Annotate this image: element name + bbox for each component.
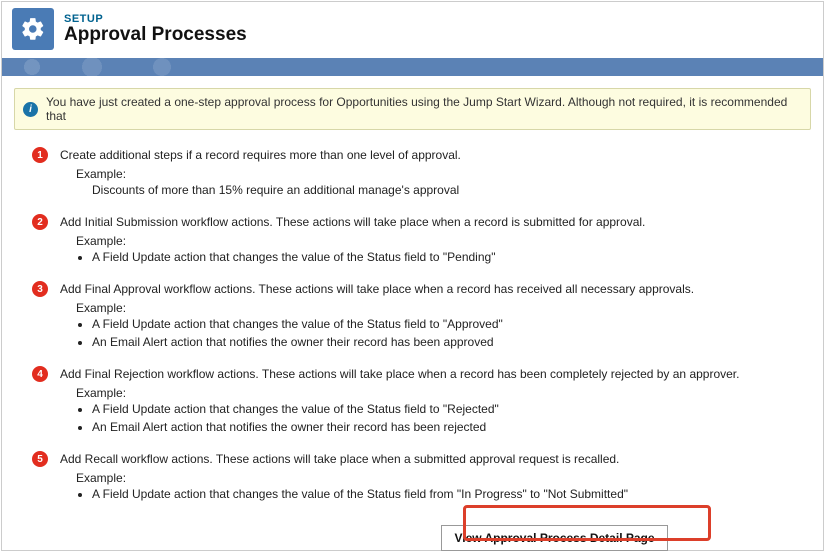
step-4: 4 Add Final Rejection workflow actions. …	[32, 365, 797, 436]
step-1: 1 Create additional steps if a record re…	[32, 146, 797, 199]
example-label: Example:	[76, 234, 797, 248]
example-text: Discounts of more than 15% require an ad…	[92, 181, 797, 199]
page-header: SETUP Approval Processes	[2, 2, 823, 58]
banner-text: You have just created a one-step approva…	[46, 95, 802, 123]
step-number-badge: 1	[32, 147, 48, 163]
gear-icon	[12, 8, 54, 50]
step-number-badge: 2	[32, 214, 48, 230]
info-banner: i You have just created a one-step appro…	[14, 88, 811, 130]
example-label: Example:	[76, 167, 797, 181]
decor-band	[2, 58, 823, 76]
step-2: 2 Add Initial Submission workflow action…	[32, 213, 797, 266]
step-title: Add Final Approval workflow actions. The…	[60, 280, 797, 298]
info-icon: i	[23, 102, 38, 117]
step-number-badge: 3	[32, 281, 48, 297]
example-label: Example:	[76, 301, 797, 315]
step-number-badge: 5	[32, 451, 48, 467]
step-title: Add Recall workflow actions. These actio…	[60, 450, 797, 468]
step-title: Add Final Rejection workflow actions. Th…	[60, 365, 797, 383]
example-bullet: A Field Update action that changes the v…	[92, 485, 797, 503]
example-bullet: A Field Update action that changes the v…	[92, 315, 797, 333]
example-bullet: A Field Update action that changes the v…	[92, 248, 797, 266]
example-bullet: A Field Update action that changes the v…	[92, 400, 797, 418]
example-bullet: An Email Alert action that notifies the …	[92, 333, 797, 351]
steps-container: 1 Create additional steps if a record re…	[2, 136, 823, 551]
example-bullet: An Email Alert action that notifies the …	[92, 418, 797, 436]
page-title: Approval Processes	[64, 24, 247, 46]
example-label: Example:	[76, 471, 797, 485]
step-title: Add Initial Submission workflow actions.…	[60, 213, 797, 231]
view-detail-page-button[interactable]: View Approval Process Detail Page	[441, 525, 667, 551]
example-label: Example:	[76, 386, 797, 400]
step-number-badge: 4	[32, 366, 48, 382]
step-5: 5 Add Recall workflow actions. These act…	[32, 450, 797, 503]
step-3: 3 Add Final Approval workflow actions. T…	[32, 280, 797, 351]
step-title: Create additional steps if a record requ…	[60, 146, 797, 164]
